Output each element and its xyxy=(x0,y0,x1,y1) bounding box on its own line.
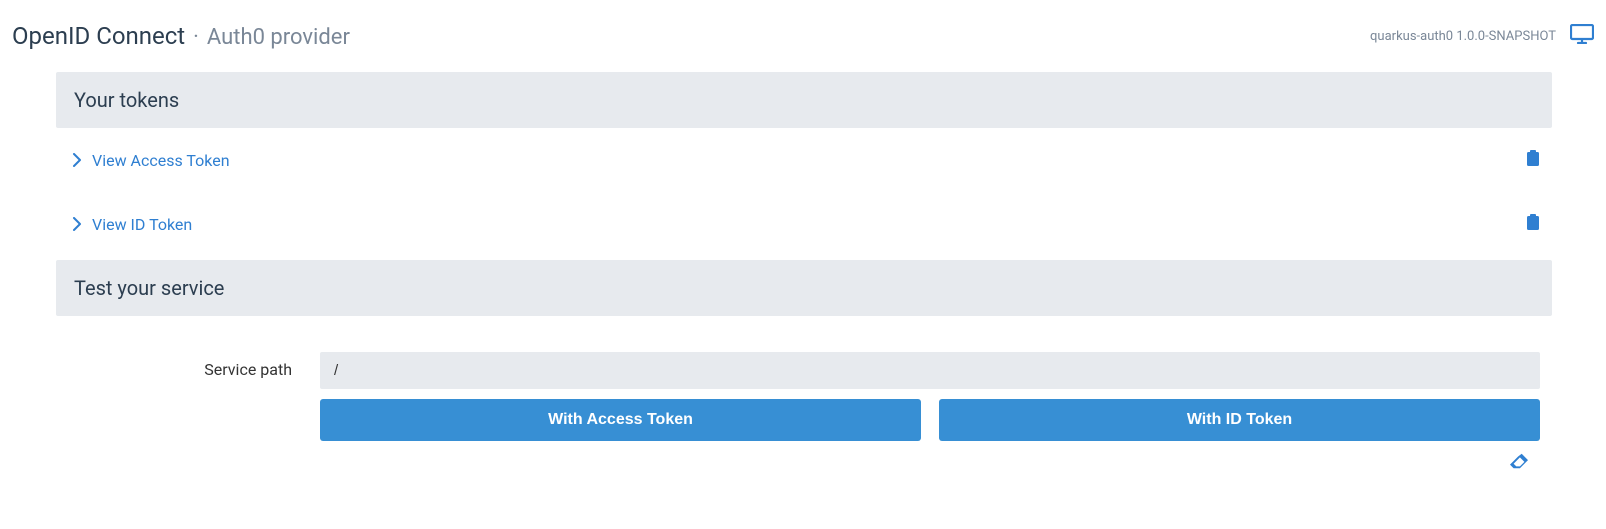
with-id-token-button[interactable]: With ID Token xyxy=(939,399,1540,441)
service-path-input[interactable] xyxy=(320,352,1540,389)
title-separator: · xyxy=(193,25,199,50)
service-right-col: With Access Token With ID Token xyxy=(320,352,1552,473)
chevron-right-icon xyxy=(72,153,82,167)
button-row: With Access Token With ID Token xyxy=(320,399,1540,441)
service-path-label: Service path xyxy=(56,352,292,379)
tokens-section-header: Your tokens xyxy=(56,72,1552,128)
monitor-icon[interactable] xyxy=(1570,24,1594,48)
app-version-label: quarkus-auth0 1.0.0-SNAPSHOT xyxy=(1370,29,1556,44)
clear-button[interactable] xyxy=(1510,454,1528,473)
clipboard-icon xyxy=(1526,150,1540,166)
service-form: Service path With Access Token With ID T… xyxy=(56,316,1552,473)
token-row-access: View Access Token xyxy=(56,128,1552,192)
eraser-row xyxy=(320,441,1540,473)
copy-access-token-button[interactable] xyxy=(1526,150,1552,170)
page-subtitle: Auth0 provider xyxy=(207,25,350,50)
page-header: OpenID Connect · Auth0 provider quarkus-… xyxy=(0,0,1606,72)
token-row-id: View ID Token xyxy=(56,192,1552,256)
clipboard-icon xyxy=(1526,214,1540,230)
service-section: Test your service Service path With Acce… xyxy=(56,260,1552,473)
view-access-token-link[interactable]: View Access Token xyxy=(58,151,230,170)
chevron-right-icon xyxy=(72,217,82,231)
view-id-token-label: View ID Token xyxy=(92,215,192,234)
main-content: Your tokens View Access Token View ID To… xyxy=(0,72,1606,473)
with-access-token-button[interactable]: With Access Token xyxy=(320,399,921,441)
copy-id-token-button[interactable] xyxy=(1526,214,1552,234)
header-right: quarkus-auth0 1.0.0-SNAPSHOT xyxy=(1370,24,1594,48)
page-title: OpenID Connect xyxy=(12,22,185,50)
view-id-token-link[interactable]: View ID Token xyxy=(58,215,192,234)
header-left: OpenID Connect · Auth0 provider xyxy=(12,22,350,50)
eraser-icon xyxy=(1510,453,1528,469)
view-access-token-label: View Access Token xyxy=(92,151,230,170)
service-section-header: Test your service xyxy=(56,260,1552,316)
